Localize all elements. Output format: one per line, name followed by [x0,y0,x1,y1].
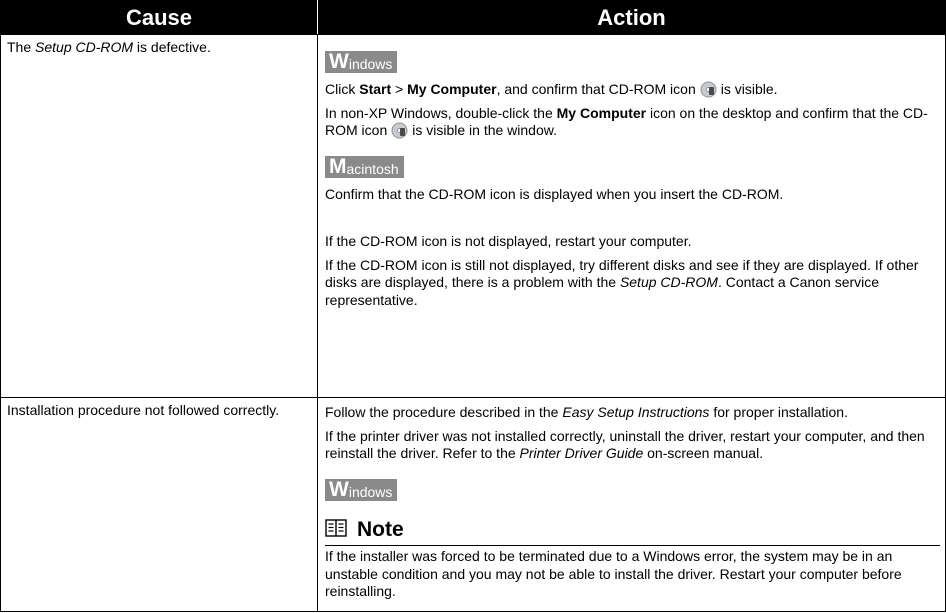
windows-badge: Windows [325,51,398,73]
disks-instruction: If the CD-ROM icon is still not displaye… [325,256,919,308]
cd-rom-icon [391,122,408,139]
troubleshooting-table: Cause Action The Setup CD-ROM is defecti… [0,0,946,612]
cause-text: The Setup CD-ROM is defective. [7,39,211,55]
cause-cell: Installation procedure not followed corr… [0,397,318,612]
note-heading: Note [325,517,940,542]
cd-rom-icon [700,81,717,98]
windows-badge: Windows [325,478,398,501]
table-row: Installation procedure not followed corr… [0,397,946,612]
windows-instruction-1: Click Start > My Computer, and confirm t… [325,81,778,98]
macintosh-badge: Macintosh [325,155,404,178]
note-divider [325,545,940,546]
action-cell: Follow the procedure described in the Ea… [317,397,946,612]
cause-header: Cause [0,0,318,35]
note-text: If the installer was forced to be termin… [325,548,902,599]
action-cell: Windows Click Start > My Computer, and c… [317,34,946,398]
reinstall-instruction: If the printer driver was not installed … [325,427,925,462]
table-header-row: Cause Action [0,0,946,35]
action-header: Action [317,0,946,35]
table-row: The Setup CD-ROM is defective. Windows C… [0,34,946,398]
setup-instruction: Follow the procedure described in the Ea… [325,404,848,420]
mac-instruction: Confirm that the CD-ROM icon is displaye… [325,185,784,202]
cause-cell: The Setup CD-ROM is defective. [0,34,318,398]
windows-instruction-2: In non-XP Windows, double-click the My C… [325,104,928,139]
note-book-icon [325,518,347,542]
note-title: Note [357,517,404,541]
restart-instruction: If the CD-ROM icon is not displayed, res… [325,233,692,249]
cause-text: Installation procedure not followed corr… [7,402,280,418]
